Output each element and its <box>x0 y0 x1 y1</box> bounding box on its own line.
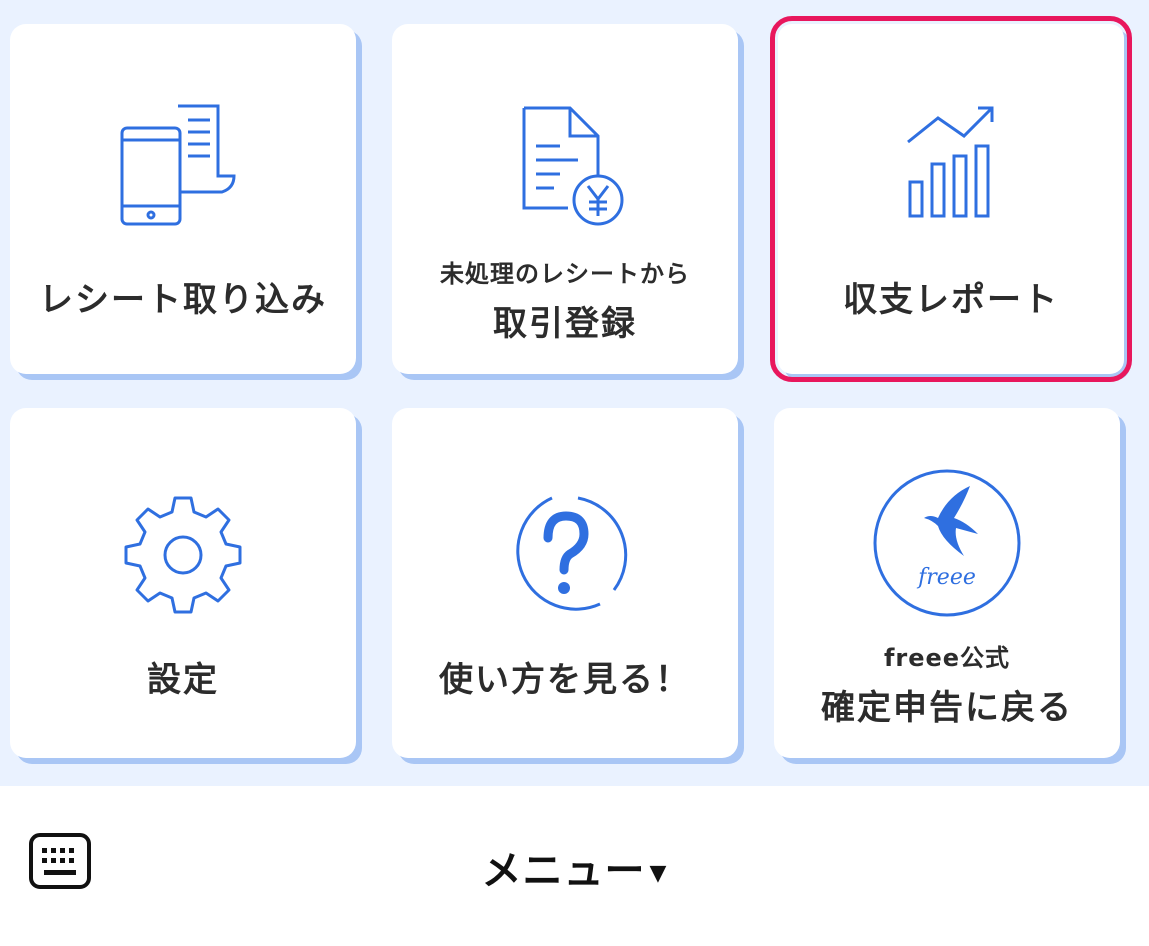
tile-freee-return[interactable]: freee freee公式 確定申告に戻る <box>774 408 1120 758</box>
freee-logo-text: freee <box>916 565 976 590</box>
question-icon <box>490 480 640 630</box>
tile-transaction-register[interactable]: 未処理のレシートから 取引登録 <box>392 24 738 374</box>
menu-toggle-button[interactable]: メニュー ▼ <box>0 838 1149 896</box>
tile-label: 設定 <box>147 660 219 700</box>
freee-logo-icon: freee <box>872 468 1022 618</box>
rich-menu: レシート取り込み 未処理のレシートから 取引登録 収支レポート 設定 使い方を見… <box>0 0 1149 786</box>
tile-income-report[interactable]: 収支レポート <box>770 16 1132 382</box>
tile-label: 収支レポート <box>843 280 1059 320</box>
bottom-bar: メニュー ▼ <box>0 786 1149 946</box>
receipt-phone-icon <box>108 96 258 246</box>
tile-label-top: 未処理のレシートから <box>440 260 690 288</box>
document-yen-icon <box>490 96 640 246</box>
tile-label-top: freee公式 <box>883 644 1011 672</box>
tile-receipt-import[interactable]: レシート取り込み <box>10 24 356 374</box>
menu-label: メニュー <box>481 848 646 894</box>
tile-label-bottom: 確定申告に戻る <box>821 688 1073 728</box>
gear-icon <box>108 480 258 630</box>
tile-label-bottom: 取引登録 <box>493 304 637 344</box>
caret-down-icon: ▼ <box>649 860 668 886</box>
tile-label: レシート取り込み <box>39 280 327 320</box>
tile-label: 使い方を見る！ <box>439 660 691 700</box>
tile-how-to[interactable]: 使い方を見る！ <box>392 408 738 758</box>
chart-growth-icon <box>876 96 1026 246</box>
tile-settings[interactable]: 設定 <box>10 408 356 758</box>
